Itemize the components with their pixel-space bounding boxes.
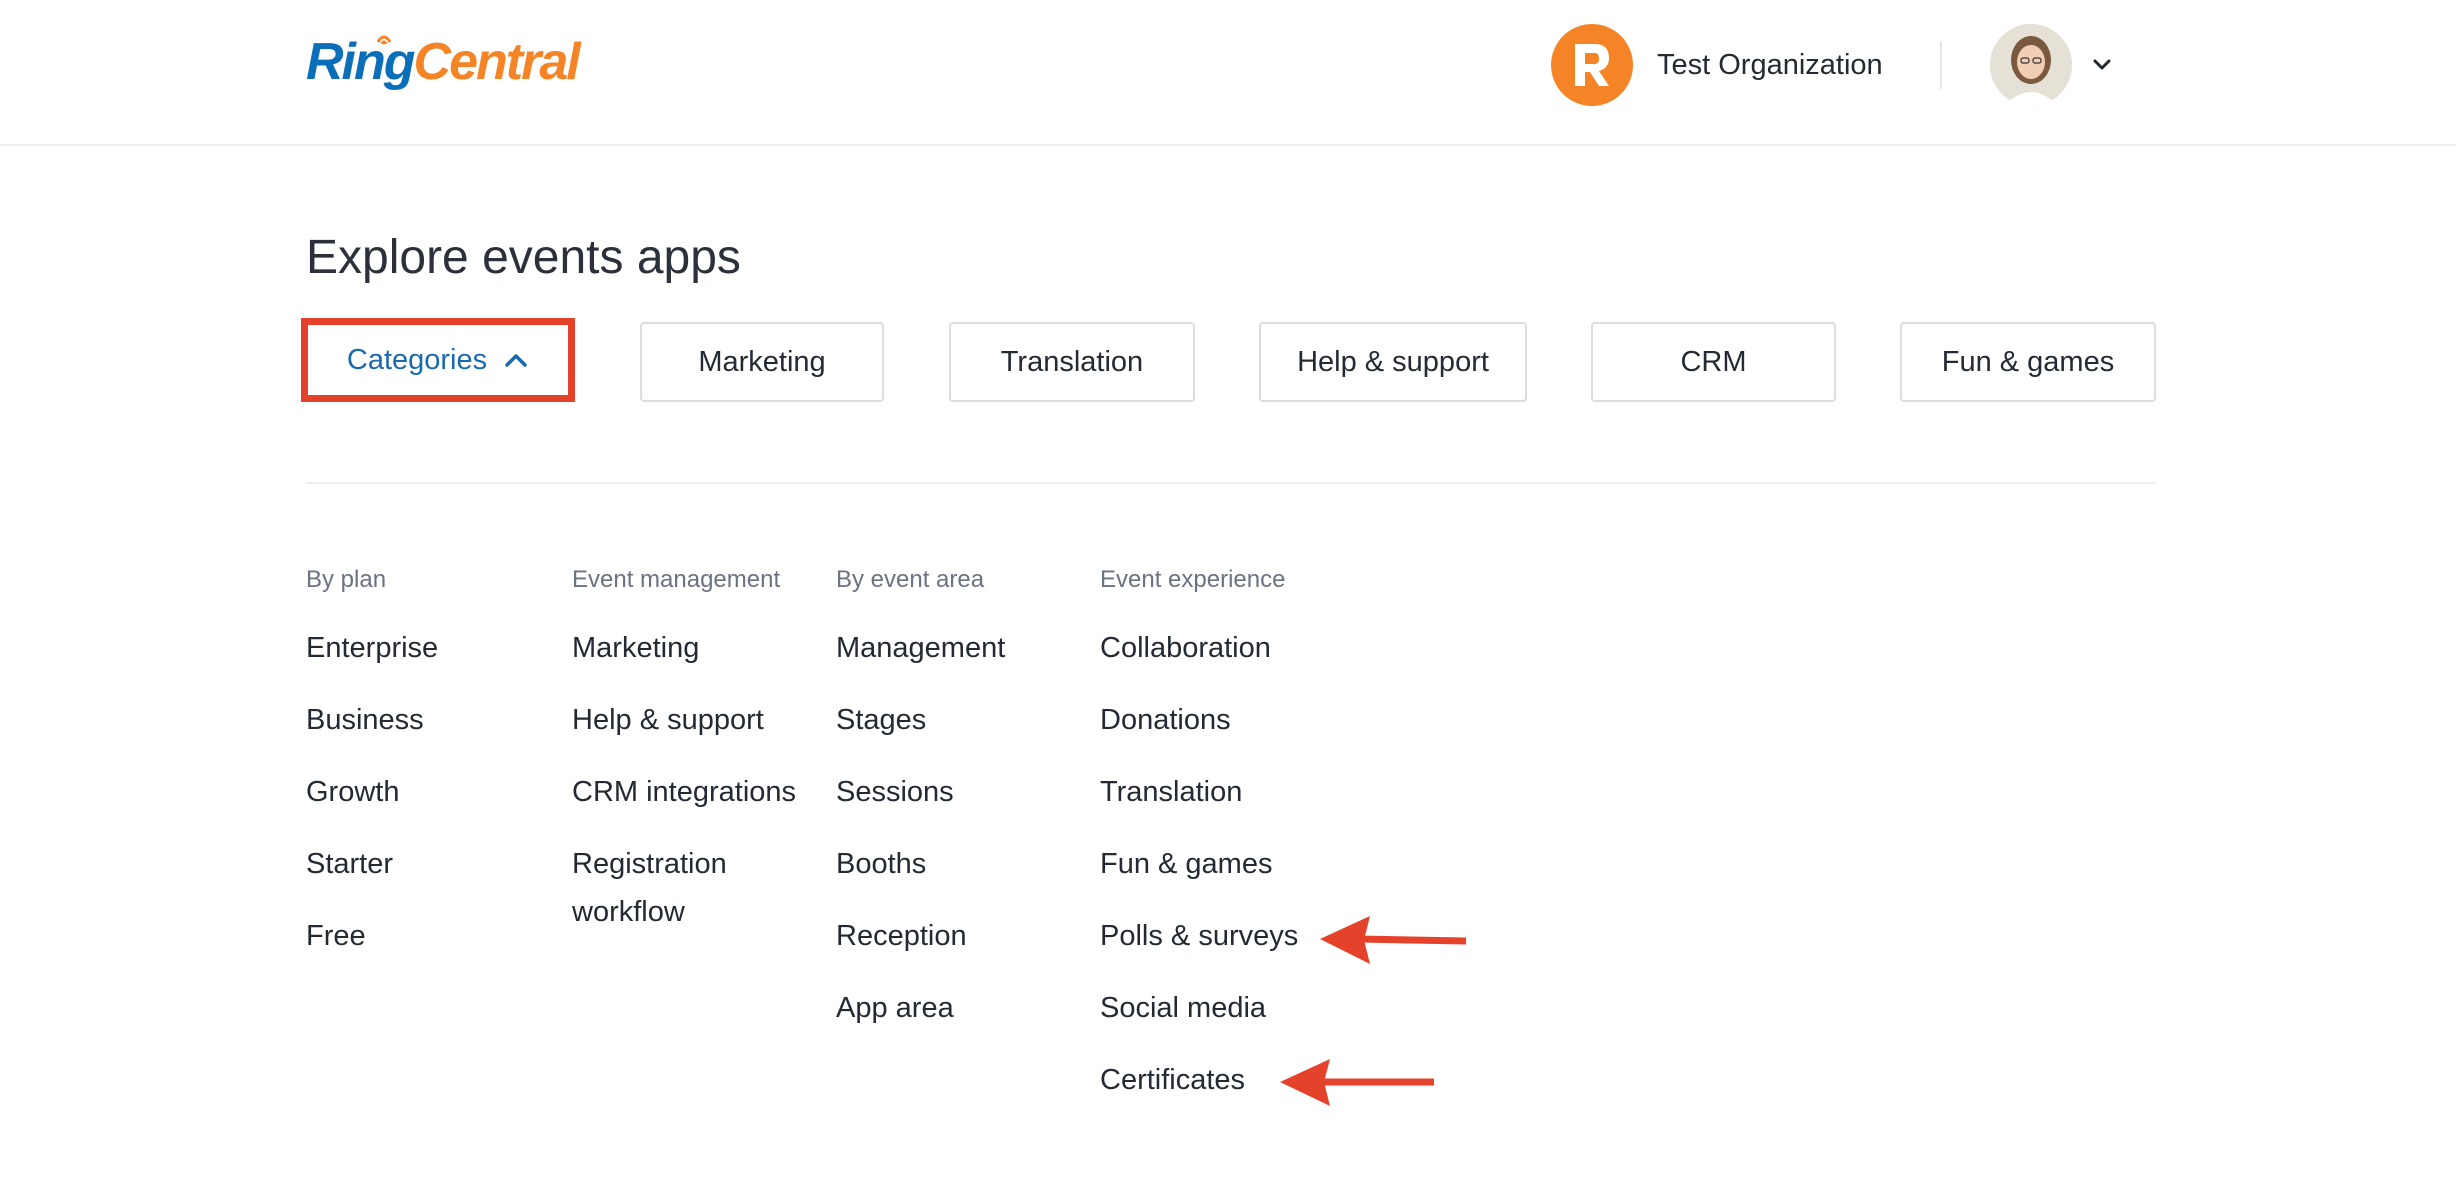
category-item[interactable]: Growth [306, 768, 568, 816]
category-item[interactable]: Social media [1100, 984, 1400, 1032]
category-column-by-plan: By plan Enterprise Business Growth Start… [306, 560, 568, 960]
category-item[interactable]: Free [306, 912, 568, 960]
category-item[interactable]: Fun & games [1100, 840, 1400, 888]
category-item[interactable]: Donations [1100, 696, 1400, 744]
user-avatar[interactable] [1990, 24, 2072, 106]
section-divider [306, 482, 2156, 484]
top-header: RingCentral Test Organization [0, 0, 2456, 146]
organization-avatar[interactable] [1551, 24, 1633, 106]
header-divider [1940, 41, 1942, 89]
category-column-by-event-area: By event area Management Stages Sessions… [836, 560, 1098, 1032]
category-item[interactable]: Management [836, 624, 1098, 672]
category-item[interactable]: Booths [836, 840, 1098, 888]
signal-wave-icon [376, 35, 392, 45]
category-item[interactable]: Help & support [572, 696, 812, 744]
column-title: Event experience [1100, 566, 1286, 593]
category-column-event-experience: Event experience Collaboration Donations… [1100, 560, 1400, 1104]
page-title: Explore events apps [306, 231, 741, 284]
column-title: By plan [306, 566, 387, 593]
tab-marketing[interactable]: Marketing [640, 322, 884, 402]
category-column-event-management: Event management Marketing Help & suppor… [572, 560, 812, 936]
category-item[interactable]: Collaboration [1100, 624, 1400, 672]
category-item[interactable]: Reception [836, 912, 1098, 960]
category-item[interactable]: Marketing [572, 624, 812, 672]
ringcentral-logo[interactable]: RingCentral [306, 30, 581, 94]
category-item[interactable]: Business [306, 696, 568, 744]
category-item[interactable]: Sessions [836, 768, 1098, 816]
chevron-up-icon [505, 354, 527, 367]
user-photo-icon [1990, 24, 2072, 106]
organization-name[interactable]: Test Organization [1657, 47, 1883, 83]
category-item[interactable]: Enterprise [306, 624, 568, 672]
column-title: By event area [836, 566, 985, 593]
annotation-arrow-icon [1280, 1059, 1434, 1106]
category-item[interactable]: App area [836, 984, 1098, 1032]
category-item[interactable]: Starter [306, 840, 568, 888]
tab-categories-label: Categories [346, 343, 488, 376]
category-item[interactable]: CRM integrations [572, 768, 812, 816]
category-item[interactable]: Registration workflow [572, 840, 772, 936]
tab-crm[interactable]: CRM [1591, 322, 1836, 402]
ringcentral-r-icon [1575, 44, 1609, 86]
chevron-down-icon[interactable] [2090, 54, 2114, 74]
tab-fun-games[interactable]: Fun & games [1900, 322, 2156, 402]
tab-translation[interactable]: Translation [949, 322, 1195, 402]
category-item[interactable]: Translation [1100, 768, 1400, 816]
tab-help-support[interactable]: Help & support [1259, 322, 1527, 402]
category-item[interactable]: Stages [836, 696, 1098, 744]
column-title: Event management [572, 566, 781, 593]
tab-categories[interactable]: Categories [301, 318, 575, 402]
annotation-arrow-icon [1320, 916, 1467, 964]
